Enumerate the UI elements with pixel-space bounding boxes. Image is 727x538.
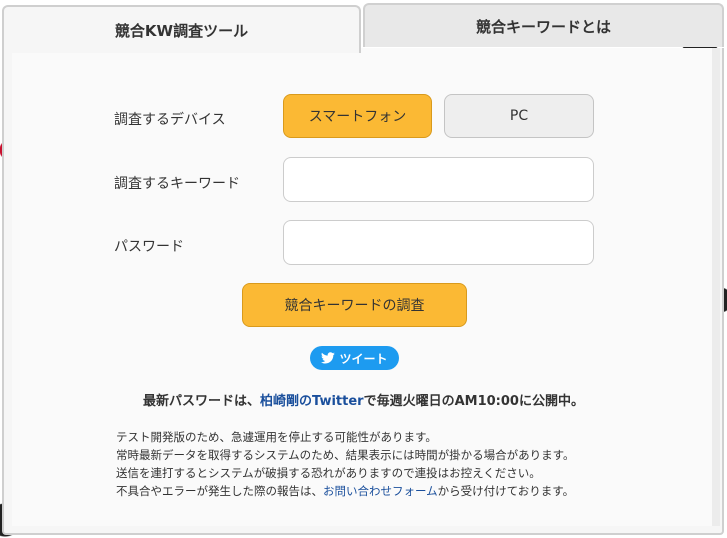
submit-button[interactable]: 競合キーワードの調査 [242,283,467,327]
info-line-4: 不具合やエラーが発生した際の報告は、お問い合わせフォームから受け付けております。 [116,482,575,500]
contact-form-link[interactable]: お問い合わせフォーム [323,484,438,498]
device-smartphone-label: スマートフォン [308,109,407,125]
info-line-4-suffix: から受け付けております。 [437,484,575,498]
device-pc-label: PC [509,108,529,124]
info-line-4-prefix: 不具合やエラーが発生した際の報告は、 [116,484,323,498]
twitter-bird-icon [321,352,336,364]
device-label: 調査するデバイス [114,112,226,128]
keyword-input[interactable] [283,157,594,202]
info-line-2: 常時最新データを取得するシステムのため、結果表示には時間が掛かる場合があります。 [116,448,575,462]
form-layer: 調査するデバイス スマートフォン PC 調査するキーワード パスワード 競合キー… [0,0,727,538]
tweet-label: ツイート [339,351,388,366]
tweet-button[interactable]: ツイート [310,346,399,370]
info-line-3: 送信を連打するとシステムが破損する恐れがありますので連投はお控えください。 [116,466,541,480]
keyword-label: 調査するキーワード [114,176,240,192]
password-label: パスワード [114,239,184,255]
twitter-profile-link[interactable]: 柏崎剛のTwitter [260,394,364,409]
info-text: テスト開発版のため、急遽運用を停止する可能性があります。 常時最新データを取得す… [116,428,575,500]
info-line-1: テスト開発版のため、急遽運用を停止する可能性があります。 [116,430,437,444]
submit-label: 競合キーワードの調査 [284,298,425,314]
device-pc-button[interactable]: PC [444,94,594,138]
password-input[interactable] [283,220,594,265]
password-notice: 最新パスワードは、柏崎剛のTwitterで毎週火曜日のAM10:00に公開中。 [0,390,727,409]
device-smartphone-button[interactable]: スマートフォン [283,94,432,138]
notice-suffix: で毎週火曜日のAM10:00に公開中。 [363,394,584,409]
notice-prefix: 最新パスワードは、 [143,394,261,409]
tool-window: 競合KW調査ツール 競合キーワードとは 調査するデバイス スマートフォン PC … [0,0,727,538]
